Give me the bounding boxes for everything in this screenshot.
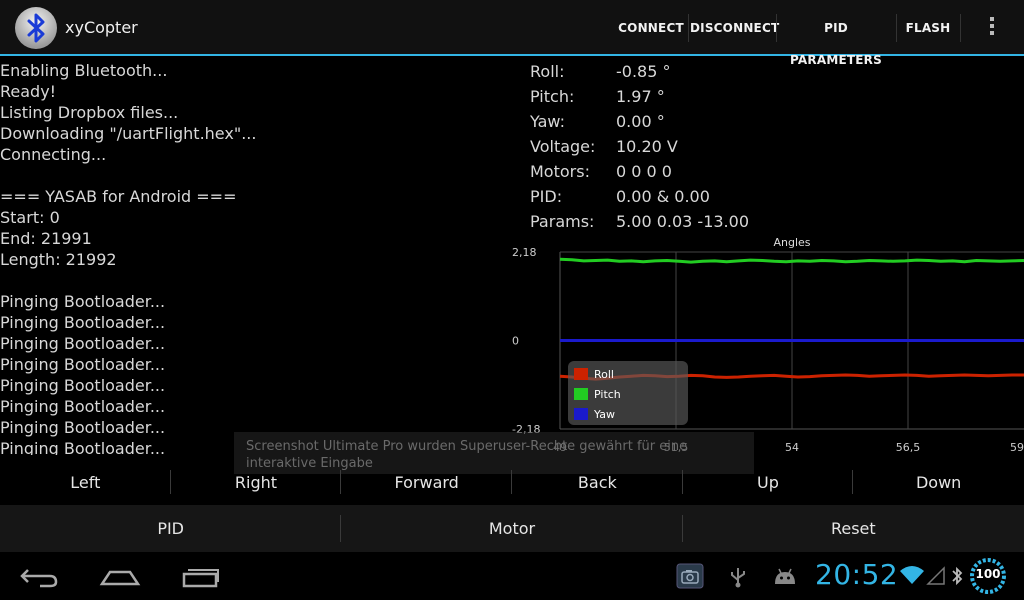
telemetry-label: Params:: [530, 212, 595, 231]
divider: [960, 14, 961, 42]
telemetry-value: 0 0 0 0: [616, 162, 672, 181]
android-debug-icon: [775, 568, 795, 584]
telemetry-row: Params: 5.00 0.03 -13.00: [530, 209, 1020, 234]
telemetry-row: PID: 0.00 & 0.00: [530, 184, 1020, 209]
control-button-back[interactable]: Back: [512, 462, 683, 502]
log-line: Listing Dropbox files...: [0, 103, 179, 122]
log-output: Enabling Bluetooth... Ready! Listing Dropb…: [0, 60, 520, 455]
divider: [340, 470, 342, 494]
recent-apps-icon[interactable]: [172, 560, 228, 592]
battery-level: 100: [975, 567, 1001, 581]
control-button-right[interactable]: Right: [171, 462, 342, 502]
connect-button[interactable]: CONNECT: [617, 12, 685, 44]
telemetry-value: 10.20 V: [616, 137, 678, 156]
overflow-menu-icon[interactable]: [980, 14, 1004, 42]
divider: [896, 14, 897, 42]
log-line: Pinging Bootloader...: [0, 334, 166, 353]
legend-swatch-roll: [574, 368, 588, 380]
divider: [681, 515, 683, 542]
wifi-icon: [900, 566, 924, 584]
log-line: Pinging Bootloader...: [0, 355, 166, 374]
system-bar: 20:52 100: [0, 552, 1024, 600]
telemetry-row: Motors: 0 0 0 0: [530, 159, 1020, 184]
x-tick-label: 54: [785, 441, 799, 454]
angles-chart: 4951,55456,5592,180-2,18AnglesRollPitchY…: [512, 236, 1024, 454]
telemetry-value: 0.00 °: [616, 112, 665, 131]
divider: [511, 470, 512, 494]
control-button-down[interactable]: Down: [853, 462, 1024, 502]
log-line: Enabling Bluetooth...: [0, 61, 168, 80]
clock: 20:52: [815, 558, 899, 591]
flash-button[interactable]: FLASH: [898, 12, 958, 44]
log-line: Pinging Bootloader...: [0, 376, 166, 395]
telemetry-label: PID:: [530, 187, 563, 206]
mode-controls: PID Motor Reset: [0, 505, 1024, 552]
x-tick-label: 56,5: [896, 441, 921, 454]
legend-label: Pitch: [594, 388, 621, 401]
disconnect-button[interactable]: DISCONNECT: [690, 12, 779, 44]
log-line: End: 21991: [0, 229, 92, 248]
bluetooth-icon: [952, 566, 963, 586]
home-icon[interactable]: [92, 560, 148, 592]
divider: [852, 470, 854, 494]
telemetry-row: Roll: -0.85 °: [530, 59, 1020, 84]
telemetry-value: 5.00 0.03 -13.00: [616, 212, 749, 231]
log-line: Ready!: [0, 82, 57, 101]
legend-swatch-pitch: [574, 388, 588, 400]
bluetooth-app-icon[interactable]: [14, 6, 58, 50]
telemetry-value: -0.85 °: [616, 62, 671, 81]
log-line: Connecting...: [0, 145, 107, 164]
telemetry-row: Pitch: 1.97 °: [530, 84, 1020, 109]
control-button-reset[interactable]: Reset: [683, 505, 1024, 552]
log-line: Start: 0: [0, 208, 60, 227]
log-line: Downloading "/uartFlight.hex"...: [0, 124, 257, 143]
back-icon[interactable]: [12, 560, 68, 592]
pid-parameters-button[interactable]: PID PARAMETERS: [778, 12, 894, 67]
telemetry-row: Voltage: 10.20 V: [530, 134, 1020, 159]
control-button-left[interactable]: Left: [0, 462, 171, 502]
telemetry-label: Roll:: [530, 62, 565, 81]
control-button-up[interactable]: Up: [683, 462, 854, 502]
legend-swatch-yaw: [574, 408, 588, 420]
telemetry-value: 0.00 & 0.00: [616, 187, 710, 206]
log-line: === YASAB for Android ===: [0, 187, 237, 206]
signal-icon: [926, 566, 945, 585]
divider: [776, 14, 777, 42]
telemetry-panel: Roll: -0.85 ° Pitch: 1.97 ° Yaw: 0.00 ° Voltag…: [530, 59, 1020, 234]
telemetry-label: Pitch:: [530, 87, 575, 106]
legend-label: Yaw: [593, 408, 615, 421]
control-button-pid[interactable]: PID: [0, 505, 341, 552]
screenshot-app-icon: [676, 563, 704, 589]
battery-indicator: 100: [968, 556, 1008, 596]
telemetry-label: Motors:: [530, 162, 590, 181]
divider: [688, 14, 689, 42]
telemetry-row: Yaw: 0.00 °: [530, 109, 1020, 134]
action-bar: xyCopter CONNECT DISCONNECT PID PARAMETE…: [0, 0, 1024, 67]
telemetry-label: Voltage:: [530, 137, 596, 156]
divider: [681, 470, 683, 494]
telemetry-label: Yaw:: [530, 112, 565, 131]
legend-label: Roll: [594, 368, 614, 381]
log-line: Length: 21992: [0, 250, 117, 269]
divider: [340, 515, 342, 542]
app-title: xyCopter: [65, 18, 138, 37]
divider: [169, 470, 171, 494]
y-tick-label: 2,18: [512, 246, 537, 259]
telemetry-value: 1.97 °: [616, 87, 665, 106]
direction-controls: Left Right Forward Back Up Down: [0, 462, 1024, 502]
x-tick-label: 59: [1010, 441, 1024, 454]
usb-icon: [731, 568, 745, 588]
log-line: Pinging Bootloader...: [0, 313, 166, 332]
control-button-forward[interactable]: Forward: [341, 462, 512, 502]
chart-title: Angles: [773, 236, 810, 249]
control-button-motor[interactable]: Motor: [341, 505, 682, 552]
log-line: Pinging Bootloader...: [0, 397, 166, 416]
log-line: Pinging Bootloader...: [0, 292, 166, 311]
y-tick-label: 0: [512, 335, 519, 348]
